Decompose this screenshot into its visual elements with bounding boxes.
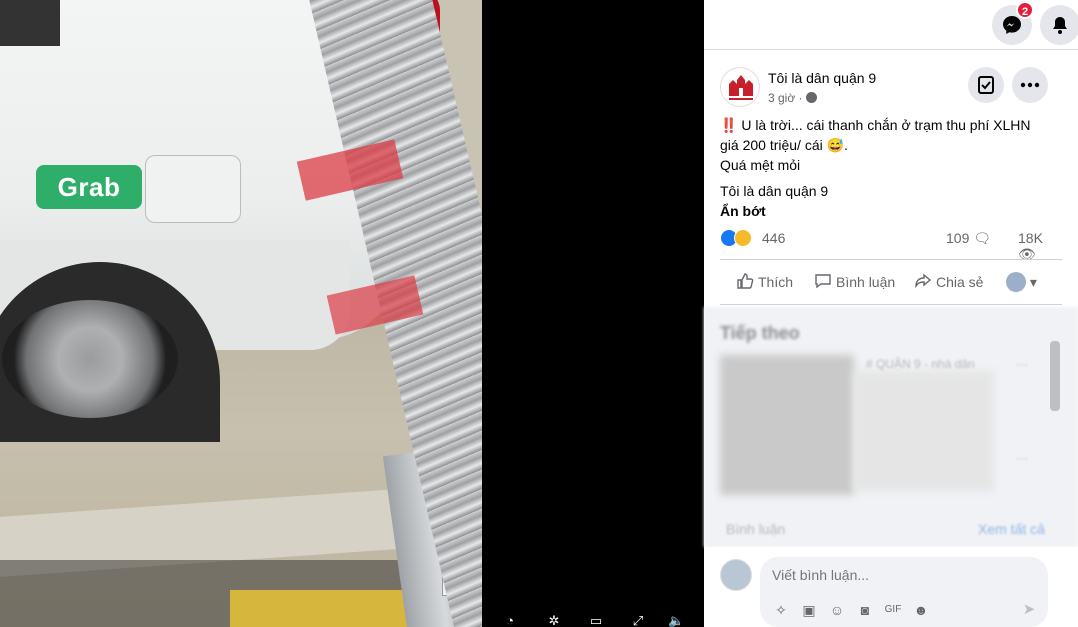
page-tag[interactable]: Tôi là dân quận 9 [720, 183, 828, 199]
page-avatar[interactable] [720, 67, 760, 107]
share-arrow-icon [915, 273, 932, 289]
post-time[interactable]: 3 giờ · [768, 91, 803, 105]
composer-tools: ✧ ▣ ☺ ◙ GIF ☻ [772, 601, 1042, 621]
fullscreen-icon[interactable]: ⤢ [630, 614, 646, 627]
messenger-icon [1003, 16, 1021, 34]
view-count-value: 18K [1018, 230, 1043, 246]
video-frame[interactable]: Grab [0, 0, 482, 627]
page-name[interactable]: Tôi là dân quận 9 [768, 70, 876, 86]
comment-bubble-icon: 🗨 [973, 230, 992, 246]
globe-icon [805, 92, 817, 103]
comment-count[interactable]: 109 🗨 [946, 230, 991, 247]
messenger-button[interactable]: 2 [992, 1, 1034, 45]
chevron-down-icon: ▾ [1029, 274, 1037, 290]
post-meta: 3 giờ · [768, 91, 817, 105]
top-bar: 2 [704, 0, 1078, 50]
comment-label: Bình luận [836, 274, 896, 290]
comment-button[interactable]: Bình luận [814, 272, 895, 290]
like-label: Thích [758, 274, 794, 290]
next-video-caption: # QUẬN 9 - nhà dân [866, 357, 975, 371]
bookmark-icon [978, 76, 994, 94]
page-logo-icon [721, 68, 759, 106]
next-section-title: Tiếp theo [720, 323, 800, 343]
notifications-button[interactable] [1040, 5, 1078, 45]
next-video-thumbnail[interactable] [720, 355, 854, 495]
share-button[interactable]: Chia sẻ [914, 272, 983, 290]
comment-input[interactable] [772, 567, 1032, 583]
camera-icon[interactable]: ◙ [856, 601, 874, 619]
post-text: ‼️ U là trời... cái thanh chắn ở trạm th… [720, 115, 1060, 175]
settings-gear-icon[interactable]: ✲ [546, 614, 562, 627]
comments-label: Bình luận [726, 521, 786, 537]
reaction-count[interactable]: 446 [762, 230, 785, 246]
captions-icon[interactable]: ◔ [502, 614, 518, 627]
share-label: Chia sẻ [936, 274, 984, 290]
more-options-button[interactable] [1012, 67, 1048, 103]
sticker-icon[interactable]: ▣ [800, 601, 818, 619]
avatar-sticker-icon[interactable]: ✧ [772, 601, 790, 619]
volume-icon[interactable]: 🔈 [668, 614, 684, 627]
comment-composer: ✧ ▣ ☺ ◙ GIF ☻ ➤ [704, 547, 1078, 627]
next-video-card[interactable] [854, 371, 994, 491]
post-text-line: giá 200 triệu/ cái 😅. [720, 137, 848, 153]
emoji-icon[interactable]: ☺ [828, 601, 846, 619]
user-avatar [1006, 272, 1026, 292]
messenger-badge: 2 [1016, 1, 1034, 19]
like-button[interactable]: Thích [736, 272, 793, 290]
car-wheel [2, 300, 178, 418]
fuel-door [145, 155, 241, 223]
screen: Grab ◔ ✲ ▭ ⤢ 🔈 2 Tôi là dân quận 9 3 giờ… [0, 0, 1078, 627]
haha-reaction-icon[interactable] [734, 229, 752, 247]
current-user-avatar[interactable] [720, 559, 752, 591]
miniplayer-icon[interactable]: ▭ [588, 614, 604, 627]
see-all-link[interactable]: Xem tất cả [978, 521, 1045, 537]
ellipsis-icon[interactable]: ··· [1016, 451, 1028, 465]
post-as-selector[interactable]: ▾ [1006, 272, 1037, 292]
car-window-corner [0, 0, 60, 46]
ellipsis-icon [1020, 82, 1040, 88]
post-side-panel: 2 Tôi là dân quận 9 3 giờ · ‼️ U là trời… [704, 0, 1078, 627]
comment-icon [815, 274, 831, 289]
post-text-line: ‼️ U là trời... cái thanh chắn ở trạm th… [720, 117, 1031, 133]
send-icon[interactable]: ➤ [1020, 601, 1038, 619]
video-player[interactable]: Grab ◔ ✲ ▭ ⤢ 🔈 [0, 0, 704, 627]
comment-box[interactable]: ✧ ▣ ☺ ◙ GIF ☻ ➤ [760, 557, 1048, 627]
see-less-link[interactable]: Ẩn bớt [720, 203, 766, 219]
comment-count-value: 109 [946, 230, 970, 246]
thumbs-up-icon [737, 273, 754, 289]
grab-logo: Grab [36, 165, 142, 209]
scrollbar[interactable] [1050, 341, 1060, 411]
post: Tôi là dân quận 9 3 giờ · ‼️ U là trời..… [704, 51, 1078, 627]
gif-icon[interactable]: GIF [884, 601, 902, 619]
post-text-line: Quá mệt mỏi [720, 157, 801, 173]
video-controls: ◔ ✲ ▭ ⤢ 🔈 [490, 614, 700, 627]
reactions-bar: 446 109 🗨 18K 👁 [720, 227, 1062, 262]
ellipsis-icon[interactable]: ··· [1016, 357, 1028, 371]
bell-icon [1053, 17, 1067, 34]
post-actions: Thích Bình luận Chia sẻ ▾ [720, 259, 1062, 305]
sticker-face-icon[interactable]: ☻ [912, 601, 930, 619]
save-post-button[interactable] [968, 67, 1004, 103]
